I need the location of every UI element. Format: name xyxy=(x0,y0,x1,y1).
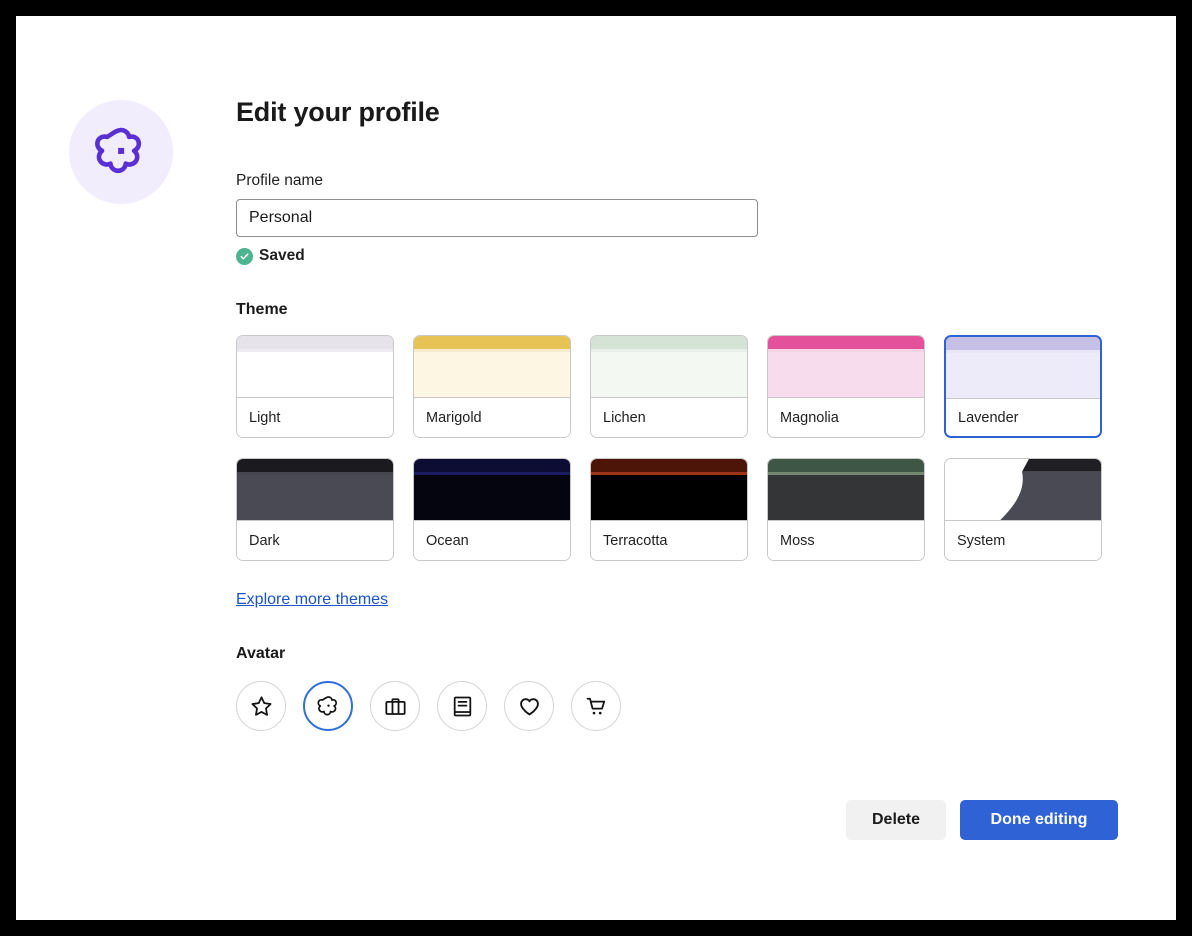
theme-swatch-label: Light xyxy=(237,398,393,437)
theme-swatch-marigold[interactable]: Marigold xyxy=(413,335,571,438)
theme-swatch-body xyxy=(591,349,747,397)
theme-swatch-ocean[interactable]: Ocean xyxy=(413,458,571,561)
saved-status-label: Saved xyxy=(259,247,305,265)
star-icon xyxy=(249,694,274,719)
footer-actions: Delete Done editing xyxy=(846,800,1118,840)
theme-swatch-body xyxy=(946,350,1100,398)
theme-swatch-magnolia[interactable]: Magnolia xyxy=(767,335,925,438)
heart-icon xyxy=(517,694,542,719)
theme-swatch-label: Lichen xyxy=(591,398,747,437)
theme-swatch-light[interactable]: Light xyxy=(236,335,394,438)
theme-swatch-label: Magnolia xyxy=(768,398,924,437)
theme-swatch-body xyxy=(414,349,570,397)
avatar-option-row xyxy=(236,681,1126,731)
theme-swatch-accent xyxy=(768,472,924,475)
theme-swatch-preview xyxy=(591,459,747,521)
profile-name-label: Profile name xyxy=(236,172,1126,190)
theme-swatch-body xyxy=(768,472,924,520)
theme-swatch-topbar xyxy=(591,459,747,472)
theme-swatch-accent xyxy=(237,472,393,475)
theme-swatch-topbar xyxy=(768,459,924,472)
check-circle-icon xyxy=(236,248,253,265)
theme-swatch-label: Moss xyxy=(768,521,924,560)
theme-swatch-body xyxy=(237,349,393,397)
theme-swatch-system[interactable]: System xyxy=(944,458,1102,561)
theme-swatch-label: Dark xyxy=(237,521,393,560)
theme-swatch-label: Ocean xyxy=(414,521,570,560)
avatar-option-shopping-cart[interactable] xyxy=(571,681,621,731)
theme-swatch-topbar xyxy=(237,336,393,349)
theme-swatch-topbar xyxy=(591,336,747,349)
theme-swatch-accent xyxy=(768,349,924,352)
theme-swatch-preview xyxy=(945,459,1101,521)
theme-swatch-dark-half xyxy=(945,459,1101,520)
theme-swatch-label: Lavender xyxy=(946,399,1100,436)
theme-swatch-label: Marigold xyxy=(414,398,570,437)
theme-swatch-body xyxy=(414,472,570,520)
theme-swatch-moss[interactable]: Moss xyxy=(767,458,925,561)
theme-swatch-accent xyxy=(414,472,570,475)
profile-editor-content: Edit your profile Profile name Saved The… xyxy=(236,96,1126,731)
theme-swatch-body xyxy=(768,349,924,397)
profile-name-input[interactable] xyxy=(236,199,758,237)
theme-swatch-lavender[interactable]: Lavender xyxy=(944,335,1102,438)
theme-swatch-label: System xyxy=(945,521,1101,560)
theme-swatch-accent xyxy=(414,349,570,352)
theme-swatch-preview xyxy=(414,459,570,521)
avatar-option-star[interactable] xyxy=(236,681,286,731)
theme-swatch-preview xyxy=(946,337,1100,399)
flower-icon xyxy=(92,123,150,181)
theme-swatch-topbar xyxy=(946,337,1100,350)
theme-grid: Light Marigold Lichen Magnolia Lavender Dark O… xyxy=(236,335,1098,561)
theme-swatch-dark[interactable]: Dark xyxy=(236,458,394,561)
theme-swatch-terracotta[interactable]: Terracotta xyxy=(590,458,748,561)
briefcase-icon xyxy=(383,694,408,719)
avatar-option-book[interactable] xyxy=(437,681,487,731)
theme-swatch-preview xyxy=(591,336,747,398)
theme-heading: Theme xyxy=(236,301,1126,319)
theme-swatch-topbar xyxy=(237,459,393,472)
theme-swatch-preview xyxy=(237,336,393,398)
theme-swatch-body xyxy=(237,472,393,520)
theme-swatch-preview xyxy=(768,336,924,398)
book-icon xyxy=(450,694,475,719)
flower-icon xyxy=(316,694,341,719)
profile-avatar-preview xyxy=(69,100,173,204)
theme-swatch-preview xyxy=(414,336,570,398)
theme-swatch-topbar xyxy=(414,459,570,472)
theme-swatch-body xyxy=(591,472,747,520)
theme-swatch-preview xyxy=(768,459,924,521)
theme-swatch-preview xyxy=(237,459,393,521)
avatar-option-flower[interactable] xyxy=(303,681,353,731)
avatar-heading: Avatar xyxy=(236,645,1126,663)
explore-more-themes-link[interactable]: Explore more themes xyxy=(236,591,388,609)
avatar-option-heart[interactable] xyxy=(504,681,554,731)
avatar-option-briefcase[interactable] xyxy=(370,681,420,731)
done-editing-button[interactable]: Done editing xyxy=(960,800,1118,840)
theme-swatch-topbar xyxy=(414,336,570,349)
theme-swatch-accent xyxy=(591,349,747,352)
delete-button[interactable]: Delete xyxy=(846,800,946,840)
profile-editor-window: Edit your profile Profile name Saved The… xyxy=(16,16,1176,920)
theme-swatch-topbar xyxy=(768,336,924,349)
theme-swatch-accent xyxy=(946,350,1100,353)
theme-swatch-accent xyxy=(237,349,393,352)
theme-swatch-lichen[interactable]: Lichen xyxy=(590,335,748,438)
page-title: Edit your profile xyxy=(236,96,1126,128)
shopping-cart-icon xyxy=(584,694,609,719)
saved-status: Saved xyxy=(236,247,1126,265)
theme-swatch-accent xyxy=(591,472,747,475)
theme-swatch-label: Terracotta xyxy=(591,521,747,560)
